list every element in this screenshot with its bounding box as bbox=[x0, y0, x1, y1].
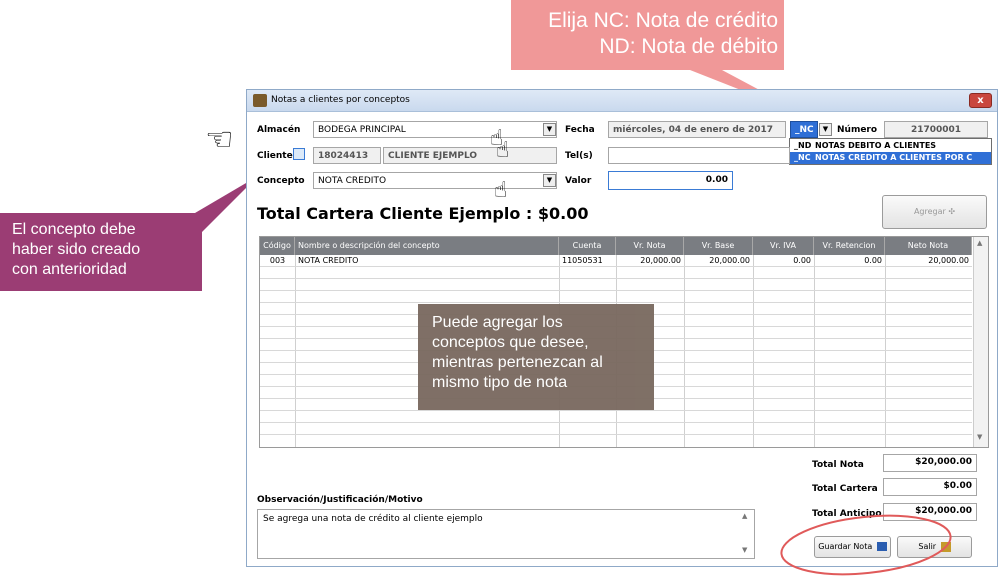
callout-conceptos: Puede agregar los conceptos que desee, m… bbox=[418, 304, 654, 410]
callout-text: conceptos que desee, bbox=[432, 334, 589, 351]
callout-text: mismo tipo de nota bbox=[432, 374, 568, 391]
highlight-ellipse bbox=[780, 514, 952, 576]
callout-text: Puede agregar los bbox=[432, 314, 563, 331]
callout-text: mientras pertenezcan al bbox=[432, 354, 603, 371]
